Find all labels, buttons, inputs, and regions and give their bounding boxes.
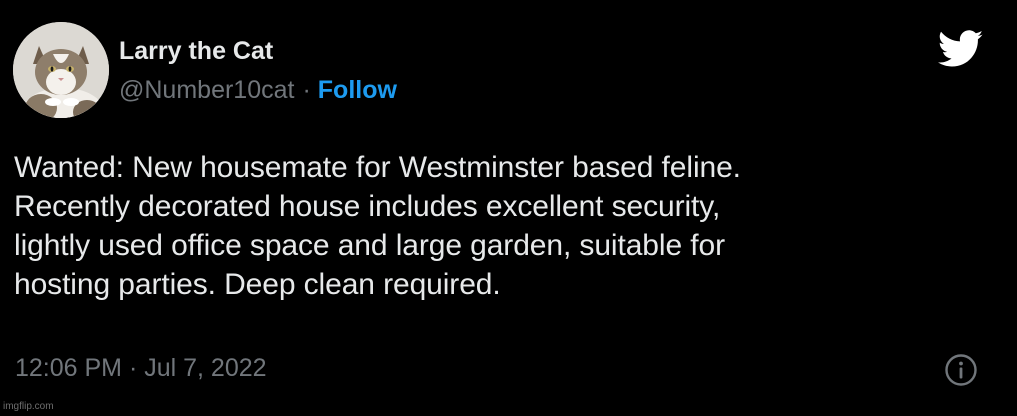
follow-button[interactable]: Follow: [318, 76, 397, 104]
watermark: imgflip.com: [3, 401, 54, 412]
avatar[interactable]: [13, 22, 109, 118]
author-handle-row: @Number10cat · Follow: [119, 74, 397, 106]
author-handle[interactable]: @Number10cat: [119, 76, 294, 104]
author-display-name[interactable]: Larry the Cat: [119, 36, 273, 66]
handle-separator: ·: [302, 76, 311, 104]
tweet-card: Larry the Cat @Number10cat · Follow Wanted…: [0, 0, 1017, 416]
tweet-text: Wanted: New housemate for Westminster ba…: [14, 151, 741, 301]
cat-avatar-icon: [13, 22, 109, 118]
tweet-timestamp[interactable]: 12:06 PM · Jul 7, 2022: [15, 352, 267, 384]
info-icon[interactable]: [944, 353, 978, 387]
twitter-bird-icon[interactable]: [938, 30, 984, 68]
